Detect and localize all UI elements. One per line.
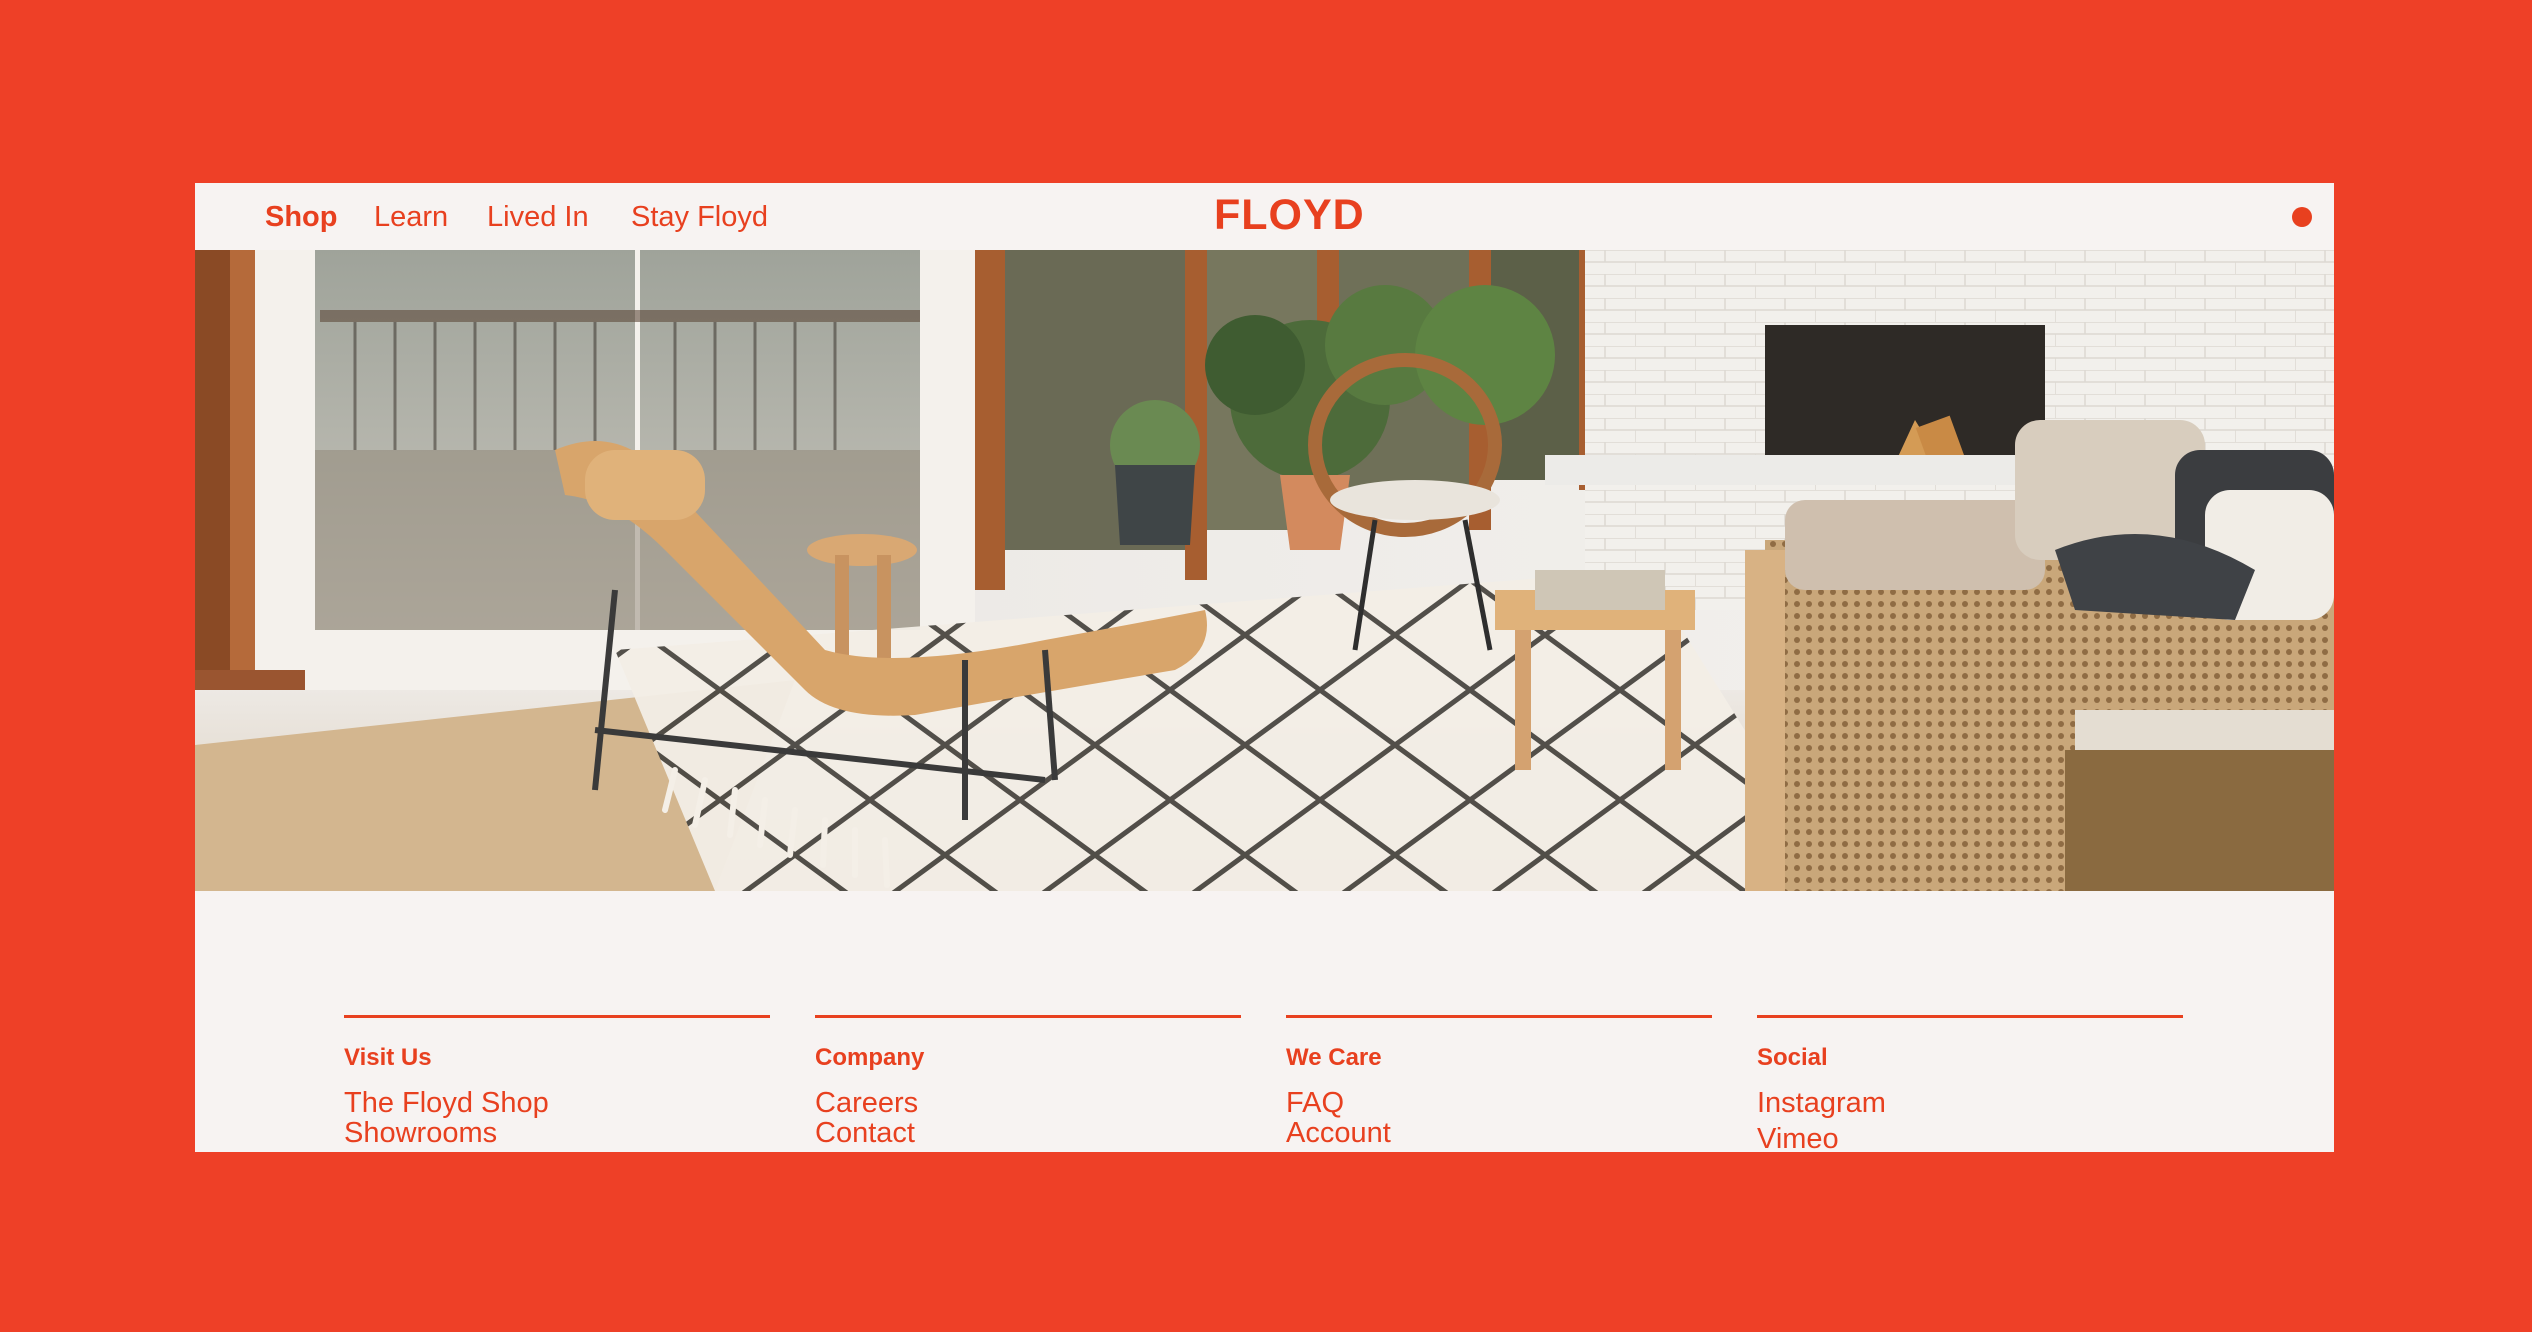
top-nav: Shop Learn Lived In Stay Floyd FLOYD — [195, 183, 2334, 250]
footer-divider — [1757, 1015, 2183, 1018]
footer-heading: We Care — [1286, 1044, 1382, 1071]
cart-dot-icon[interactable] — [2292, 207, 2312, 227]
footer-col-visit-us: Visit Us The Floyd Shop Showrooms — [344, 1015, 770, 1148]
nav-lived-in[interactable]: Lived In — [487, 203, 589, 232]
hero-image — [195, 250, 2334, 891]
footer-divider — [1286, 1015, 1712, 1018]
footer-link-instagram[interactable]: Instagram — [1757, 1088, 2183, 1118]
footer-col-social: Social Instagram Vimeo — [1757, 1015, 2183, 1152]
footer-heading: Company — [815, 1044, 925, 1071]
footer-col-company: Company Careers Contact — [815, 1015, 1241, 1148]
nav-learn[interactable]: Learn — [374, 203, 448, 232]
footer-heading: Social — [1757, 1044, 1828, 1071]
footer-heading: Visit Us — [344, 1044, 432, 1071]
footer-link-faq[interactable]: FAQ — [1286, 1088, 1712, 1118]
footer-link-contact[interactable]: Contact — [815, 1118, 1241, 1148]
footer-divider — [344, 1015, 770, 1018]
floyd-logo[interactable]: FLOYD — [1214, 194, 1365, 237]
nav-shop[interactable]: Shop — [265, 203, 338, 232]
nav-stay-floyd[interactable]: Stay Floyd — [631, 203, 768, 232]
page-frame: Shop Learn Lived In Stay Floyd FLOYD Vis… — [195, 183, 2334, 1152]
footer-link-floyd-shop[interactable]: The Floyd Shop — [344, 1088, 770, 1118]
footer-link-account[interactable]: Account — [1286, 1118, 1712, 1148]
footer-col-we-care: We Care FAQ Account — [1286, 1015, 1712, 1148]
footer-link-careers[interactable]: Careers — [815, 1088, 1241, 1118]
footer-link-vimeo[interactable]: Vimeo — [1757, 1124, 2183, 1152]
footer-divider — [815, 1015, 1241, 1018]
footer-link-showrooms[interactable]: Showrooms — [344, 1118, 770, 1148]
